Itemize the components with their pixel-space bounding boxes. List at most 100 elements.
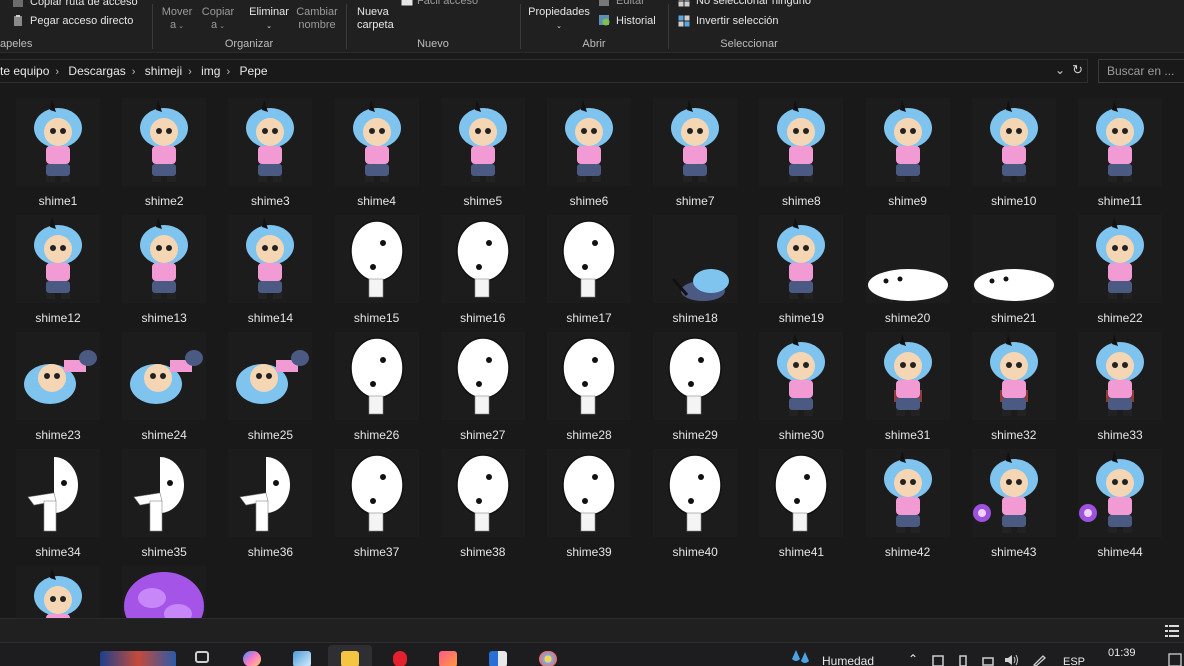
- file-item[interactable]: shime44: [1070, 439, 1170, 559]
- weather-label[interactable]: Humedad: [822, 654, 874, 666]
- breadcrumb-item[interactable]: te equipo: [0, 64, 49, 78]
- delete-button[interactable]: Eliminar ⌄: [248, 6, 290, 33]
- tray-app-icon[interactable]: [932, 655, 944, 666]
- file-item[interactable]: shime10: [964, 88, 1064, 208]
- copy-path-button[interactable]: Copiar ruta de acceso: [30, 0, 138, 9]
- file-name: shime39: [566, 545, 612, 559]
- file-item[interactable]: shime20: [858, 205, 958, 325]
- file-item[interactable]: shime31: [858, 322, 958, 442]
- file-item[interactable]: shime41: [751, 439, 851, 559]
- file-item[interactable]: shime24: [114, 322, 214, 442]
- chevron-right-icon: ›: [226, 66, 231, 78]
- file-item[interactable]: shime38: [433, 439, 533, 559]
- file-item[interactable]: shime5: [433, 88, 533, 208]
- file-item[interactable]: shime27: [433, 322, 533, 442]
- taskbar-task-view[interactable]: [182, 645, 226, 666]
- search-input[interactable]: [1099, 60, 1184, 82]
- taskbar-paint[interactable]: [526, 645, 570, 666]
- network-icon[interactable]: [982, 655, 994, 666]
- breadcrumb-item[interactable]: Pepe: [240, 64, 268, 78]
- file-item[interactable]: shime15: [327, 205, 427, 325]
- file-thumbnail: [334, 98, 419, 186]
- file-item[interactable]: shime25: [220, 322, 320, 442]
- address-bar[interactable]: te equipo › Descargas › shimeji › img › Pepe…: [0, 59, 1088, 83]
- refresh-icon[interactable]: ↻: [1072, 62, 1083, 78]
- file-item[interactable]: shime43: [964, 439, 1064, 559]
- edit-button[interactable]: Editar: [616, 0, 645, 8]
- file-thumbnail: [1078, 332, 1162, 420]
- file-item[interactable]: shime19: [751, 205, 851, 325]
- file-item[interactable]: shime6: [539, 88, 639, 208]
- clock-time[interactable]: 01:39: [1108, 647, 1136, 659]
- new-folder-button[interactable]: Nueva carpeta: [357, 6, 394, 32]
- properties-button[interactable]: Propiedades ⌄: [527, 6, 591, 33]
- history-button[interactable]: Historial: [616, 15, 656, 28]
- file-thumbnail: [971, 332, 1056, 420]
- file-item[interactable]: shime17: [539, 205, 639, 325]
- file-item[interactable]: shime8: [751, 88, 851, 208]
- file-item[interactable]: shime39: [539, 439, 639, 559]
- search-box[interactable]: [1098, 59, 1184, 83]
- file-item[interactable]: shime22: [1070, 205, 1170, 325]
- file-item[interactable]: shime37: [327, 439, 427, 559]
- paste-shortcut-button[interactable]: Pegar acceso directo: [30, 15, 133, 28]
- file-item[interactable]: shime18: [645, 205, 745, 325]
- chevron-up-icon[interactable]: ⌃: [908, 652, 918, 666]
- file-item[interactable]: shime13: [114, 205, 214, 325]
- file-item[interactable]: shime9: [858, 88, 958, 208]
- file-item[interactable]: shime35: [114, 439, 214, 559]
- file-thumbnail: [16, 566, 100, 618]
- breadcrumb-item[interactable]: Descargas: [68, 64, 125, 78]
- file-item[interactable]: shime36: [220, 439, 320, 559]
- breadcrumb-item[interactable]: shimeji: [145, 64, 182, 78]
- file-item[interactable]: shime1: [8, 88, 108, 208]
- file-thumbnail: [16, 332, 100, 420]
- file-item[interactable]: shime16: [433, 205, 533, 325]
- file-item[interactable]: shime32: [964, 322, 1064, 442]
- language-indicator[interactable]: ESP: [1063, 656, 1085, 666]
- taskbar: Humedad ⌃ ESP 01:39: [0, 642, 1184, 666]
- file-item[interactable]: [8, 556, 108, 618]
- copilot-icon: [243, 651, 261, 666]
- taskbar-photos[interactable]: [280, 645, 324, 666]
- chevron-down-icon[interactable]: ⌄: [1055, 63, 1065, 77]
- file-item[interactable]: shime3: [220, 88, 320, 208]
- file-item[interactable]: shime11: [1070, 88, 1170, 208]
- file-item[interactable]: shime30: [751, 322, 851, 442]
- taskbar-copilot[interactable]: [230, 645, 274, 666]
- volume-icon[interactable]: [1004, 654, 1020, 666]
- file-item[interactable]: shime29: [645, 322, 745, 442]
- file-item[interactable]: shime7: [645, 88, 745, 208]
- file-item[interactable]: shime34: [8, 439, 108, 559]
- taskbar-file-explorer[interactable]: [328, 645, 372, 666]
- invert-selection-button[interactable]: Invertir selección: [696, 15, 779, 28]
- file-item[interactable]: shime28: [539, 322, 639, 442]
- move-to-button[interactable]: Mover a ⌄: [160, 6, 194, 33]
- battery-icon[interactable]: [957, 655, 969, 666]
- taskbar-opera[interactable]: [378, 645, 422, 666]
- file-item[interactable]: shime12: [8, 205, 108, 325]
- copy-to-button[interactable]: Copiar a ⌄: [200, 6, 236, 33]
- file-item[interactable]: shime33: [1070, 322, 1170, 442]
- properties-chevron-icon: ⌄: [556, 23, 562, 30]
- file-item[interactable]: shime21: [964, 205, 1064, 325]
- file-item[interactable]: shime26: [327, 322, 427, 442]
- taskbar-app-wallpaper[interactable]: [100, 645, 176, 666]
- file-item[interactable]: shime4: [327, 88, 427, 208]
- rename-button[interactable]: Cambiar nombre: [295, 6, 339, 32]
- notification-icon[interactable]: [1168, 653, 1182, 666]
- file-item[interactable]: shime40: [645, 439, 745, 559]
- file-item[interactable]: shime2: [114, 88, 214, 208]
- taskbar-store[interactable]: [476, 645, 520, 666]
- file-item[interactable]: shime14: [220, 205, 320, 325]
- file-thumbnail: [865, 98, 950, 186]
- breadcrumb-item[interactable]: img: [201, 64, 220, 78]
- file-item[interactable]: shime23: [8, 322, 108, 442]
- pen-icon[interactable]: [1032, 654, 1046, 666]
- details-view-icon[interactable]: [1164, 624, 1180, 638]
- file-item[interactable]: shime42: [858, 439, 958, 559]
- select-none-button[interactable]: No seleccionar ninguno: [696, 0, 811, 8]
- taskbar-music[interactable]: [426, 645, 470, 666]
- easy-access-button[interactable]: Fácil acceso: [417, 0, 478, 8]
- file-item[interactable]: [114, 556, 214, 618]
